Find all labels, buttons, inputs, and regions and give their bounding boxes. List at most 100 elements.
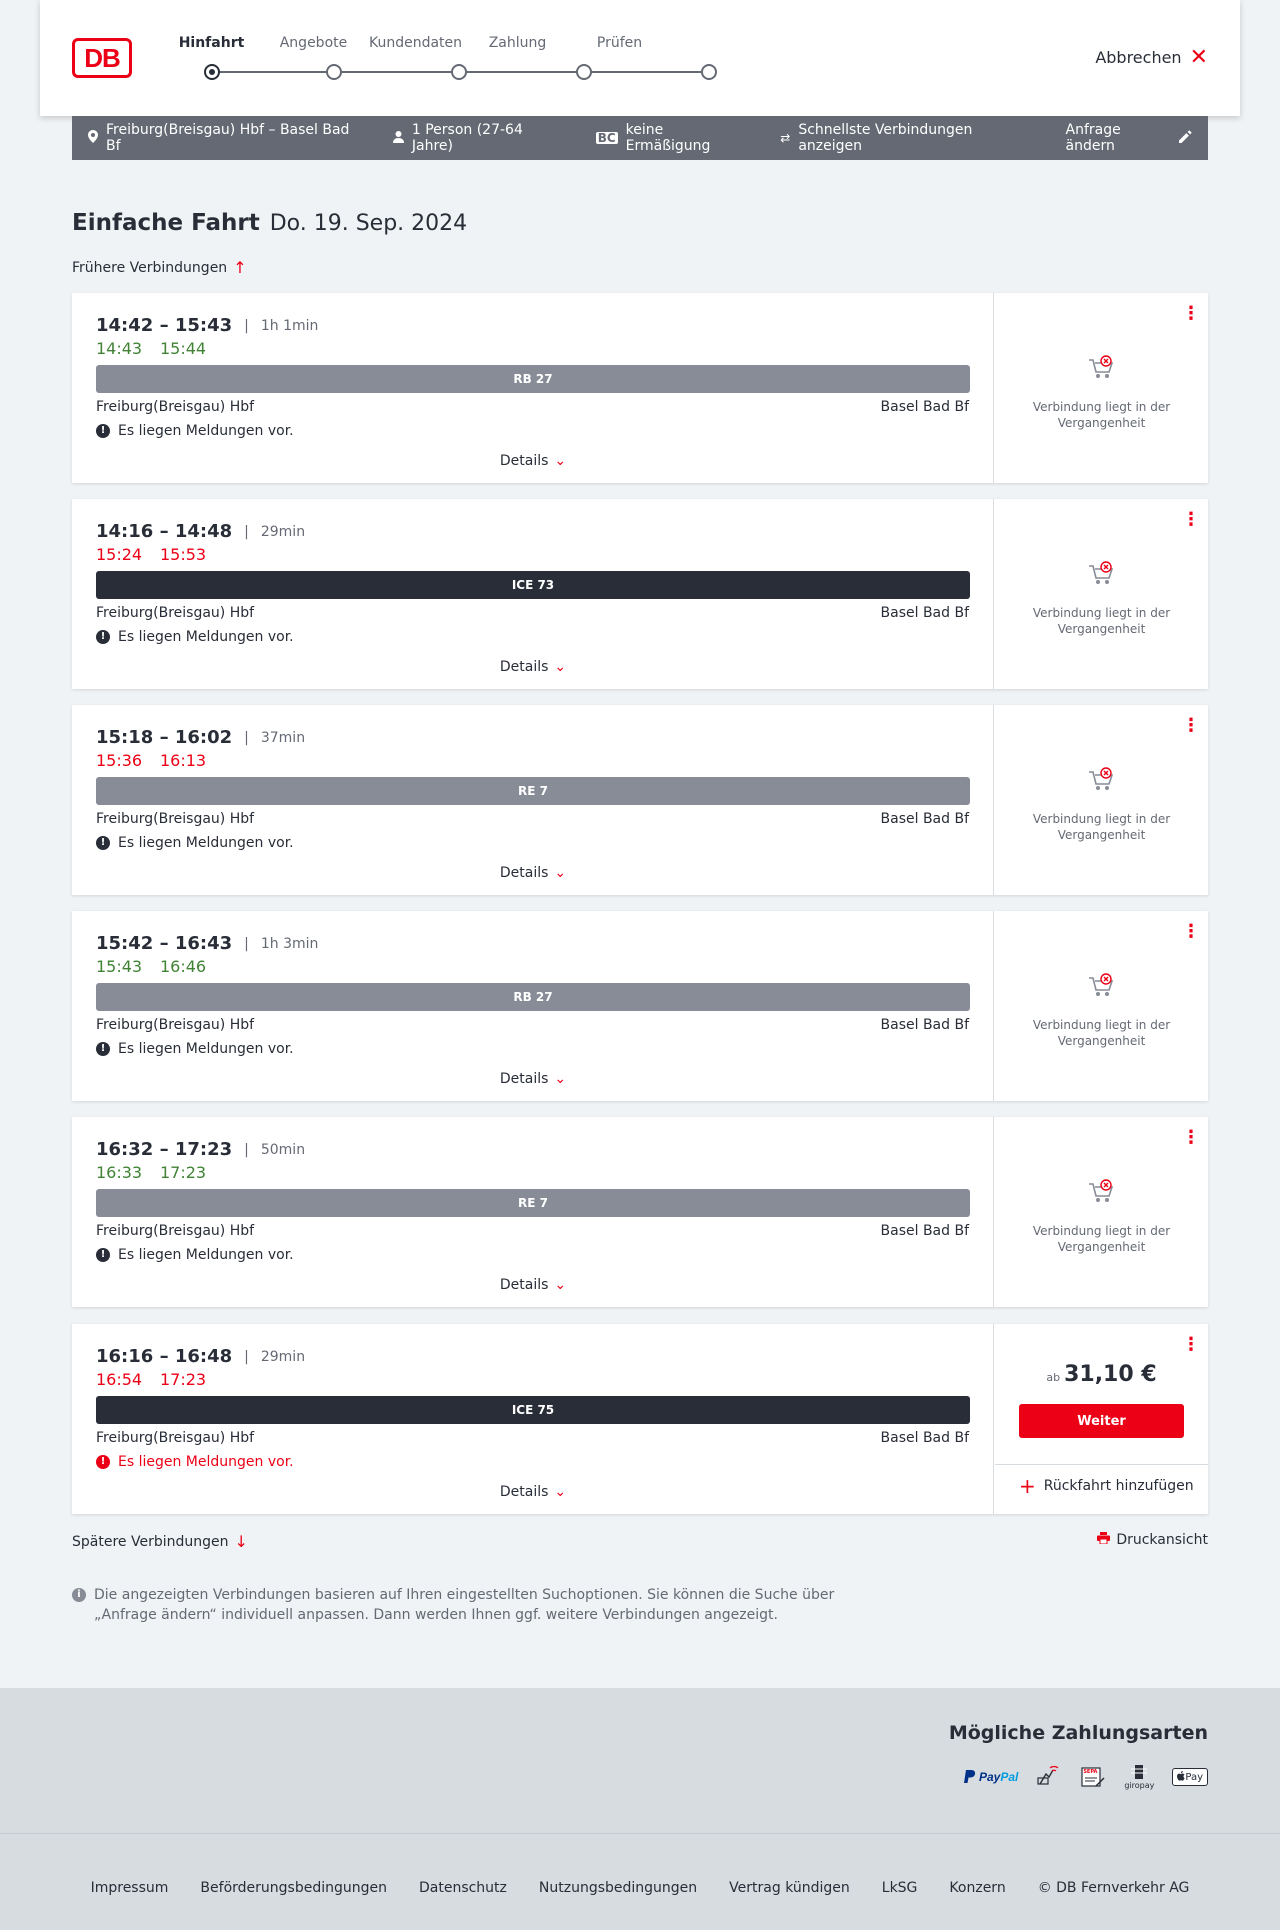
- earlier-connections-link[interactable]: Frühere Verbindungen ↑: [72, 258, 247, 277]
- realtime-times: 15:43 16:46: [96, 957, 224, 976]
- scheduled-times: 15:18 – 16:02 | 37min: [96, 727, 306, 748]
- step-dot-zahlung: [576, 64, 592, 80]
- origin-station: Freiburg(Breisgau) Hbf: [96, 399, 255, 415]
- details-toggle[interactable]: Details ⌄: [72, 659, 994, 675]
- add-return-trip-button[interactable]: + Rückfahrt hinzufügen: [1019, 1476, 1194, 1496]
- more-options-icon[interactable]: ⋮: [1182, 1129, 1200, 1147]
- destination-station: Basel Bad Bf: [880, 1223, 969, 1239]
- cart-unavailable-icon: [1089, 561, 1114, 584]
- later-connections-link[interactable]: Spätere Verbindungen ↓: [72, 1532, 248, 1551]
- departure-time: 14:16: [96, 521, 154, 542]
- scheduled-times: 15:42 – 16:43 | 1h 3min: [96, 933, 319, 954]
- db-logo[interactable]: DB: [72, 38, 132, 78]
- separator: |: [244, 1348, 249, 1365]
- train-bar[interactable]: RB 27: [96, 365, 970, 393]
- scheduled-times: 16:32 – 17:23 | 50min: [96, 1139, 306, 1160]
- service-message-text: Es liegen Meldungen vor.: [118, 1454, 294, 1470]
- connection-card[interactable]: 15:42 – 16:43 | 1h 3min 15:43 16:46 RB 27 F…: [72, 911, 1208, 1101]
- realtime-departure: 16:33: [96, 1163, 143, 1182]
- price: ab 31,10 €: [995, 1362, 1208, 1387]
- footer-link[interactable]: Nutzungsbedingungen: [539, 1880, 697, 1896]
- later-connections-label: Spätere Verbindungen: [72, 1533, 229, 1550]
- arrow-up-icon: ↑: [233, 258, 247, 277]
- details-label: Details: [499, 1277, 549, 1293]
- offer-panel: ⋮ Verbindung liegt in der Vergangenheit: [995, 911, 1208, 1101]
- footer-link[interactable]: Impressum: [91, 1880, 169, 1896]
- apple-pay-icon: Pay: [1172, 1768, 1208, 1786]
- details-toggle[interactable]: Details ⌄: [72, 1484, 994, 1500]
- service-message-text: Es liegen Meldungen vor.: [118, 1041, 294, 1057]
- train-bar[interactable]: ICE 75: [96, 1396, 970, 1424]
- person-icon: [392, 130, 404, 146]
- connection-card[interactable]: 14:16 – 14:48 | 29min 15:24 15:53 ICE 73 Fr…: [72, 499, 1208, 689]
- close-icon: ✕: [1189, 44, 1208, 70]
- arrival-time: 16:02: [174, 727, 233, 748]
- continue-button[interactable]: Weiter: [1019, 1404, 1184, 1438]
- details-label: Details: [499, 1484, 549, 1500]
- past-connection-text: Verbindung liegt in der Vergangenheit: [1032, 1018, 1171, 1048]
- arrival-time: 14:48: [174, 521, 233, 542]
- origin-station: Freiburg(Breisgau) Hbf: [96, 605, 255, 621]
- step-dot-pruefen: [701, 64, 717, 80]
- departure-time: 15:18: [96, 727, 154, 748]
- cancel-button[interactable]: Abbrechen ✕: [1095, 44, 1208, 70]
- apple-pay-label: Pay: [1185, 1772, 1203, 1783]
- details-toggle[interactable]: Details ⌄: [72, 1071, 994, 1087]
- details-toggle[interactable]: Details ⌄: [72, 865, 994, 881]
- more-options-icon[interactable]: ⋮: [1182, 717, 1200, 735]
- destination-station: Basel Bad Bf: [880, 811, 969, 827]
- connection-card[interactable]: 16:32 – 17:23 | 50min 16:33 17:23 RE 7 Frei…: [72, 1117, 1208, 1307]
- connection-card[interactable]: 14:42 – 15:43 | 1h 1min 14:43 15:44 RB 27 F…: [72, 293, 1208, 483]
- details-label: Details: [499, 453, 549, 469]
- passenger-text: 1 Person (27-64 Jahre): [411, 122, 523, 154]
- more-options-icon[interactable]: ⋮: [1182, 923, 1200, 941]
- card-tap-icon: [1036, 1764, 1062, 1790]
- connection-card[interactable]: 15:18 – 16:02 | 37min 15:36 16:13 RE 7 Frei…: [72, 705, 1208, 895]
- train-bar[interactable]: RB 27: [96, 983, 970, 1011]
- past-connection-text: Verbindung liegt in der Vergangenheit: [1032, 606, 1171, 636]
- earlier-connections-label: Frühere Verbindungen: [72, 259, 228, 276]
- duration: 29min: [260, 523, 306, 540]
- payment-icons: PayPal SEPA giropay Pay: [963, 1764, 1208, 1790]
- step-dot-hinfahrt: [204, 64, 220, 80]
- connection-info: 15:42 – 16:43 | 1h 3min 15:43 16:46 RB 27 F…: [72, 911, 994, 1101]
- connection-card[interactable]: 16:16 – 16:48 | 29min 16:54 17:23 ICE 75 Fr…: [72, 1324, 1208, 1514]
- past-connection-text: Verbindung liegt in der Vergangenheit: [1032, 400, 1171, 430]
- scheduled-times: 14:42 – 15:43 | 1h 1min: [96, 315, 319, 336]
- realtime-departure: 14:43: [96, 339, 143, 358]
- alert-icon: !: [96, 1248, 110, 1262]
- footer-link[interactable]: Datenschutz: [419, 1880, 507, 1896]
- offer-panel: ⋮ Verbindung liegt in der Vergangenheit: [995, 1117, 1208, 1307]
- footer-link[interactable]: LkSG: [882, 1880, 918, 1896]
- more-options-icon[interactable]: ⋮: [1182, 1336, 1200, 1354]
- train-bar[interactable]: ICE 73: [96, 571, 970, 599]
- edit-request-button[interactable]: Anfrage ändern: [1066, 122, 1192, 154]
- details-toggle[interactable]: Details ⌄: [72, 1277, 994, 1293]
- offer-panel: ⋮ Verbindung liegt in der Vergangenheit: [995, 705, 1208, 895]
- footer-link[interactable]: Vertrag kündigen: [729, 1880, 850, 1896]
- footer-link[interactable]: Konzern: [949, 1880, 1005, 1896]
- step-pruefen: Prüfen: [596, 35, 643, 51]
- service-message-text: Es liegen Meldungen vor.: [118, 629, 294, 645]
- add-return-trip-label: Rückfahrt hinzufügen: [1043, 1478, 1194, 1494]
- origin-station: Freiburg(Breisgau) Hbf: [96, 811, 255, 827]
- connection-info: 14:42 – 15:43 | 1h 1min 14:43 15:44 RB 27 F…: [72, 293, 994, 483]
- print-view-link[interactable]: Druckansicht: [1097, 1532, 1208, 1548]
- note-text: Die angezeigten Verbindungen basieren au…: [94, 1587, 835, 1623]
- chevron-down-icon: ⌄: [554, 1071, 567, 1087]
- realtime-arrival: 15:53: [160, 545, 207, 564]
- realtime-arrival: 16:46: [160, 957, 207, 976]
- train-bar[interactable]: RE 7: [96, 1189, 970, 1217]
- train-bar[interactable]: RE 7: [96, 777, 970, 805]
- details-label: Details: [499, 1071, 549, 1087]
- footer-link: © DB Fernverkehr AG: [1037, 1880, 1190, 1896]
- bahncard-icon: BC: [595, 131, 618, 145]
- chevron-down-icon: ⌄: [554, 1484, 567, 1500]
- more-options-icon[interactable]: ⋮: [1182, 511, 1200, 529]
- details-toggle[interactable]: Details ⌄: [72, 453, 994, 469]
- realtime-departure: 16:54: [96, 1370, 143, 1389]
- offer-panel: ⋮ Verbindung liegt in der Vergangenheit: [995, 499, 1208, 689]
- more-options-icon[interactable]: ⋮: [1182, 305, 1200, 323]
- footer-link[interactable]: Beförderungsbedingungen: [200, 1880, 387, 1896]
- realtime-departure: 15:36: [96, 751, 143, 770]
